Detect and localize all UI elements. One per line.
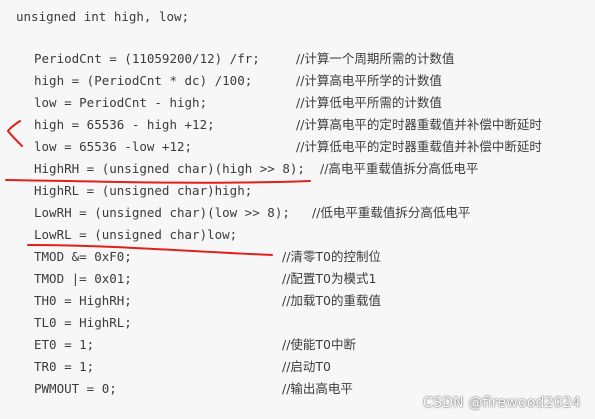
code-line-13: TL0 = HighRL; [34, 315, 132, 330]
code-line-4: high = 65536 - high +12; [34, 117, 215, 132]
comment-line-15: //启动T0 [282, 359, 332, 374]
code-line-11: TMOD |= 0x01; [34, 271, 132, 286]
comment-line-2: //计算高电平所学的计数值 [296, 73, 442, 88]
comment-line-12: //加载T0的重载值 [282, 293, 382, 308]
watermark: CSDN @firewood2024 [423, 395, 581, 411]
code-line-2: high = (PeriodCnt * dc) /100; [34, 73, 253, 88]
comment-line-3: //计算低电平所需的计数值 [296, 95, 442, 110]
comment-line-6: //高电平重载值拆分高低电平 [320, 161, 479, 176]
code-line-12: TH0 = HighRH; [34, 293, 132, 308]
comment-line-14: //使能T0中断 [282, 337, 357, 352]
code-line-9: LowRL = (unsigned char)low; [34, 227, 238, 242]
comment-line-1: //计算一个周期所需的计数值 [296, 51, 455, 66]
comment-line-11: //配置T0为模式1 [282, 271, 377, 286]
code-line-10: TMOD &= 0xF0; [34, 249, 132, 264]
comment-line-10: //清零T0的控制位 [282, 249, 382, 264]
code-line-8: LowRH = (unsigned char)(low >> 8); [34, 205, 290, 220]
code-line-1: PeriodCnt = (11059200/12) /fr; [34, 51, 260, 66]
code-line-7: HighRL = (unsigned char)high; [34, 183, 253, 198]
comment-line-5: //计算低电平的定时器重载值并补偿中断延时 [296, 139, 542, 154]
declaration-line: unsigned int high, low; [16, 9, 190, 24]
comment-line-16: //输出高电平 [282, 381, 353, 396]
code-line-6: HighRH = (unsigned char)(high >> 8); [34, 161, 305, 176]
code-line-16: PWMOUT = 0; [34, 381, 117, 396]
comment-line-4: //计算高电平的定时器重载值并补偿中断延时 [296, 117, 542, 132]
code-line-14: ET0 = 1; [34, 337, 95, 352]
code-line-3: low = PeriodCnt - high; [34, 95, 208, 110]
code-line-15: TR0 = 1; [34, 359, 95, 374]
code-block: unsigned int high, low; PeriodCnt = (110… [0, 0, 595, 419]
comment-line-8: //低电平重载值拆分高低电平 [312, 205, 471, 220]
code-line-5: low = 65536 -low +12; [34, 139, 193, 154]
